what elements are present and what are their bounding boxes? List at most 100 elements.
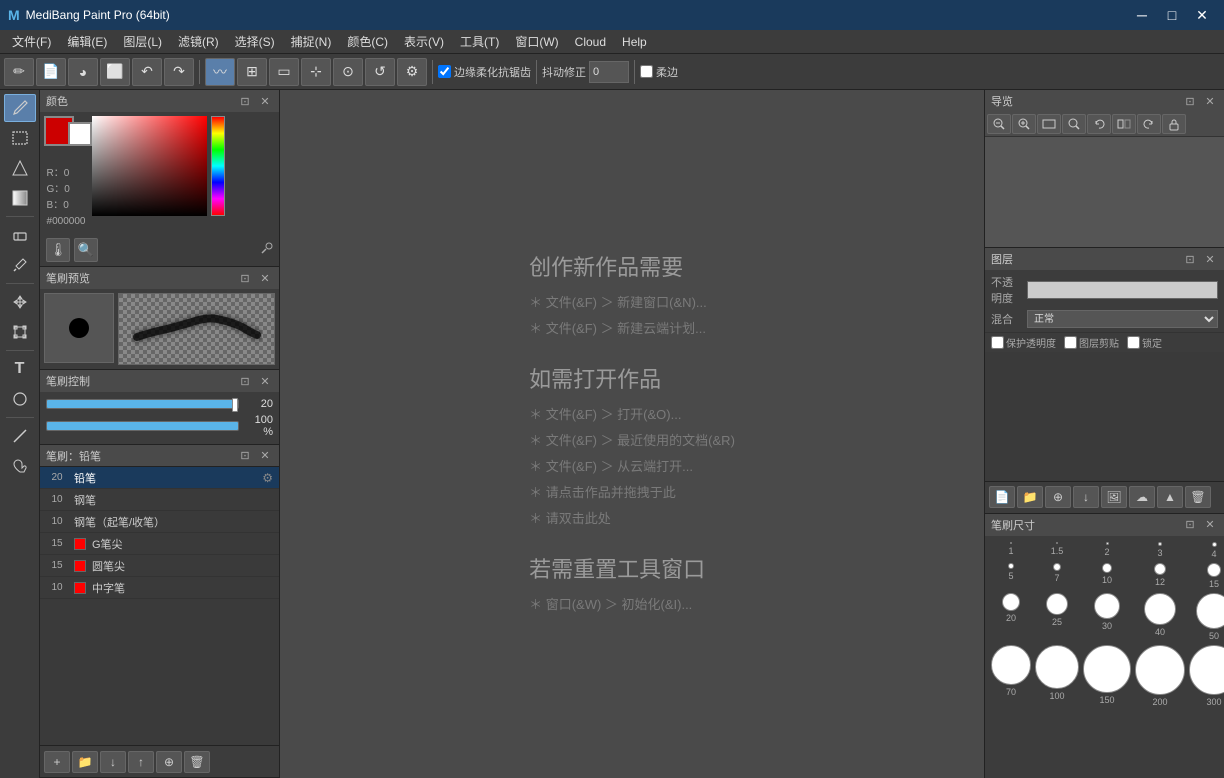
brush-size-item-12[interactable]: 30 (1083, 593, 1131, 641)
brush-size-item-10[interactable]: 20 (991, 593, 1031, 641)
menu-select[interactable]: 选择(S) (227, 30, 283, 53)
layer-new-raster[interactable]: 📄 (989, 486, 1015, 508)
toolbar-undo[interactable]: ↶ (132, 58, 162, 86)
layer-duplicate[interactable]: ⊕ (1045, 486, 1071, 508)
menu-help[interactable]: Help (614, 30, 655, 53)
size-slider-track[interactable] (46, 399, 239, 409)
brush-list-item-0[interactable]: 20铅笔⚙ (40, 467, 279, 489)
brush-size-item-1[interactable]: 1.5 (1035, 542, 1079, 559)
toolbar-circle[interactable]: ⊙ (333, 58, 363, 86)
toolbar-settings[interactable]: ⚙ (397, 58, 427, 86)
brush-preview-close[interactable]: ✕ (257, 270, 273, 286)
maximize-button[interactable]: □ (1158, 5, 1186, 25)
brush-size-item-0[interactable]: 1 (991, 542, 1031, 559)
select-rect-btn[interactable] (4, 124, 36, 152)
brush-size-close[interactable]: ✕ (1202, 517, 1218, 533)
protect-alpha-checkbox[interactable] (991, 336, 1004, 349)
brush-list-item-4[interactable]: 15圆笔尖 (40, 555, 279, 577)
brush-list-item-1[interactable]: 10钢笔 (40, 489, 279, 511)
gradient-tool-btn[interactable] (4, 184, 36, 212)
text-tool-btn[interactable]: T (4, 355, 36, 383)
opacity-slider-track[interactable] (46, 421, 239, 431)
shape-tool-btn[interactable] (4, 385, 36, 413)
brush-size-item-6[interactable]: 7 (1035, 563, 1079, 589)
brush-copy-btn[interactable]: ⊕ (156, 751, 182, 773)
nav-zoom-in[interactable] (1012, 114, 1036, 134)
brush-size-item-9[interactable]: 15 (1189, 563, 1224, 589)
move-tool-btn[interactable] (4, 288, 36, 316)
menu-cloud[interactable]: Cloud (567, 30, 614, 53)
toolbar-new[interactable]: 📄 (36, 58, 66, 86)
menu-view[interactable]: 表示(V) (396, 30, 452, 53)
brush-size-item-16[interactable]: 100 (1035, 645, 1079, 707)
toolbar-grid[interactable]: ⊞ (237, 58, 267, 86)
close-button[interactable]: ✕ (1188, 5, 1216, 25)
brush-size-item-3[interactable]: 3 (1135, 542, 1185, 559)
nav-rotate-right[interactable] (1137, 114, 1161, 134)
nav-rotate-left[interactable] (1087, 114, 1111, 134)
eraser-tool-btn[interactable] (4, 221, 36, 249)
blend-mode-select[interactable]: 正常 (1027, 310, 1218, 328)
layer-panel-expand[interactable]: ⊡ (1182, 251, 1198, 267)
toolbar-ruler[interactable]: ▭ (269, 58, 299, 86)
toolbar-redo[interactable]: ↷ (164, 58, 194, 86)
brush-add-btn[interactable]: + (44, 751, 70, 773)
canvas-area[interactable]: 创作新作品需要 ＊ 文件(&F) ＞ 新建窗口(&N)... ＊ 文件(&F) … (280, 90, 984, 778)
brush-size-expand[interactable]: ⊡ (1182, 517, 1198, 533)
minimize-button[interactable]: ─ (1128, 5, 1156, 25)
menu-window[interactable]: 窗口(W) (507, 30, 566, 53)
layer-panel-close[interactable]: ✕ (1202, 251, 1218, 267)
toolbar-eraser[interactable]: ⬜ (100, 58, 130, 86)
menu-capture[interactable]: 捕捉(N) (283, 30, 340, 53)
color-gradient[interactable] (92, 116, 207, 216)
brush-list-item-2[interactable]: 10钢笔（起笔/收笔） (40, 511, 279, 533)
brush-preview-expand[interactable]: ⊡ (237, 270, 253, 286)
screenshot-color-btn[interactable]: 🔍 (74, 238, 98, 262)
clip-layer-checkbox[interactable] (1064, 336, 1077, 349)
brush-list-item-3[interactable]: 15G笔尖 (40, 533, 279, 555)
menu-filter[interactable]: 滤镜(R) (170, 30, 227, 53)
color-hue-slider[interactable] (211, 116, 225, 216)
brush-size-item-13[interactable]: 40 (1135, 593, 1185, 641)
menu-edit[interactable]: 编辑(E) (59, 30, 115, 53)
brush-folder-btn[interactable]: 📁 (72, 751, 98, 773)
brush-control-expand[interactable]: ⊡ (237, 373, 253, 389)
navigator-expand[interactable]: ⊡ (1182, 93, 1198, 109)
menu-color[interactable]: 颜色(C) (339, 30, 396, 53)
eyedropper-tool-btn[interactable] (4, 251, 36, 279)
brush-size-item-4[interactable]: 4 (1189, 542, 1224, 559)
brush-size-item-17[interactable]: 150 (1083, 645, 1131, 707)
brush-list-expand[interactable]: ⊡ (237, 448, 253, 464)
transform-tool-btn[interactable] (4, 318, 36, 346)
brush-control-close[interactable]: ✕ (257, 373, 273, 389)
nav-flip-h[interactable] (1112, 114, 1136, 134)
menu-tools[interactable]: 工具(T) (452, 30, 507, 53)
navigator-close[interactable]: ✕ (1202, 93, 1218, 109)
fill-tool-btn[interactable] (4, 154, 36, 182)
brush-size-item-18[interactable]: 200 (1135, 645, 1185, 707)
layer-import[interactable]: 🖼 (1101, 486, 1127, 508)
softedge-checkbox[interactable] (640, 65, 653, 78)
menu-layer[interactable]: 图层(L) (115, 30, 170, 53)
brush-list-close[interactable]: ✕ (257, 448, 273, 464)
brush-size-item-15[interactable]: 70 (991, 645, 1031, 707)
menu-file[interactable]: 文件(F) (4, 30, 59, 53)
layer-cloud[interactable]: ☁ (1129, 486, 1155, 508)
brush-tool-btn[interactable] (4, 94, 36, 122)
bg-color-swatch[interactable] (68, 122, 92, 146)
hand-tool-btn[interactable] (4, 452, 36, 480)
toolbar-brush-mode[interactable]: 〰 (205, 58, 235, 86)
brush-size-item-7[interactable]: 10 (1083, 563, 1131, 589)
nav-zoom-out[interactable] (987, 114, 1011, 134)
brush-export-btn[interactable]: ↑ (128, 751, 154, 773)
brush-settings-icon[interactable]: ⚙ (262, 471, 273, 485)
brush-size-item-14[interactable]: 50 (1189, 593, 1224, 641)
line-tool-btn[interactable] (4, 422, 36, 450)
antialias-checkbox[interactable] (438, 65, 451, 78)
brush-import-btn[interactable]: ↓ (100, 751, 126, 773)
lock-layer-checkbox[interactable] (1127, 336, 1140, 349)
layer-merge-down[interactable]: ↓ (1073, 486, 1099, 508)
layer-move-up[interactable]: ▲ (1157, 486, 1183, 508)
toolbar-refresh[interactable]: ↺ (365, 58, 395, 86)
brush-delete-btn[interactable]: 🗑 (184, 751, 210, 773)
